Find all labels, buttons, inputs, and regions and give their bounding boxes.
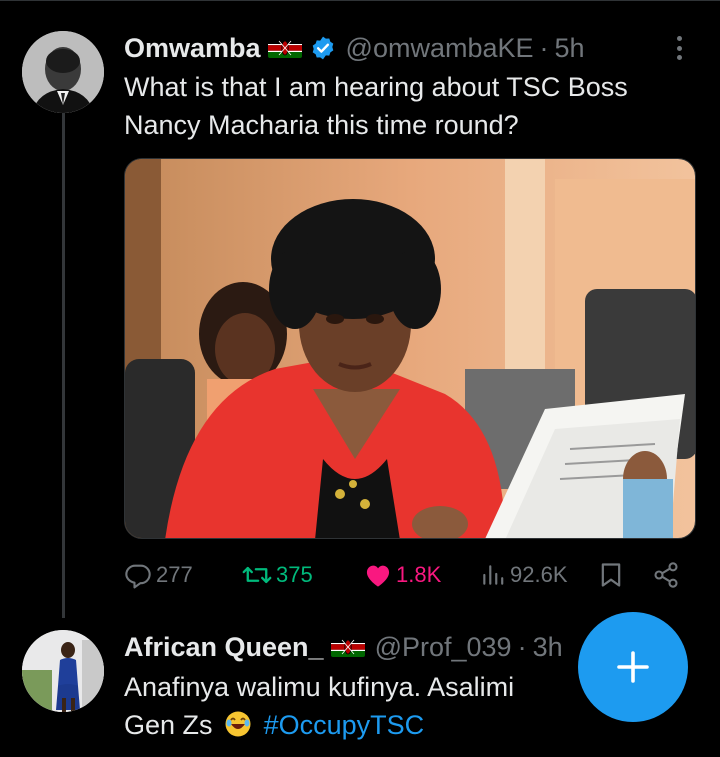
compose-tweet-button[interactable] (578, 612, 688, 722)
author-handle[interactable]: @omwambaKE (346, 33, 534, 64)
retweet-count: 375 (276, 562, 313, 587)
like-count: 1.8K (396, 562, 442, 587)
views-count: 92.6K (510, 562, 568, 587)
avatar-person-image (22, 630, 104, 712)
separator-dot: · (517, 631, 527, 662)
views-icon (483, 565, 504, 585)
tweet-actions-bar: 277 375 1.8K 92.6K (124, 558, 684, 592)
tweet-text-fragment: Gen Zs (124, 710, 213, 740)
heart-icon (366, 565, 390, 587)
plus-icon (617, 651, 649, 683)
author-display-name[interactable]: African Queen_ (124, 632, 324, 663)
top-divider (0, 0, 720, 1)
views-button[interactable]: 92.6K (480, 558, 568, 592)
hashtag-link[interactable]: #OccupyTSC (264, 710, 425, 740)
tweet-header: African Queen_ @Prof_039 · 3h (124, 629, 563, 665)
avatar[interactable] (22, 31, 104, 113)
avatar-portrait-image (22, 31, 104, 113)
tweet-header: Omwamba @omwambaKE · 5h (124, 30, 585, 66)
thread-connector-line (62, 112, 65, 618)
verified-badge-icon (310, 35, 336, 61)
share-icon (654, 562, 678, 588)
like-button[interactable]: 1.8K (364, 558, 441, 592)
reply-count: 277 (156, 562, 193, 587)
reply-button[interactable]: 277 (124, 558, 193, 592)
share-button[interactable] (652, 558, 680, 592)
kenya-flag-icon (330, 637, 365, 657)
tweet-timestamp[interactable]: 3h (533, 632, 563, 663)
office-photo-image (125, 159, 695, 538)
separator-dot: · (539, 32, 549, 63)
author-handle[interactable]: @Prof_039 (375, 632, 512, 663)
retweet-button[interactable]: 375 (242, 558, 313, 592)
laughing-emoji-icon (224, 710, 252, 738)
tweet-media-photo[interactable] (124, 158, 696, 539)
tweet-text: What is that I am hearing about TSC Boss… (124, 72, 628, 140)
kenya-flag-icon (267, 38, 302, 58)
retweet-icon (242, 566, 272, 584)
reply-icon (125, 564, 151, 589)
bookmark-icon (601, 563, 621, 587)
tweet-timestamp[interactable]: 5h (555, 33, 585, 64)
avatar[interactable] (22, 630, 104, 712)
author-display-name[interactable]: Omwamba (124, 33, 261, 64)
more-icon[interactable] (664, 33, 694, 63)
bookmark-button[interactable] (598, 558, 624, 592)
